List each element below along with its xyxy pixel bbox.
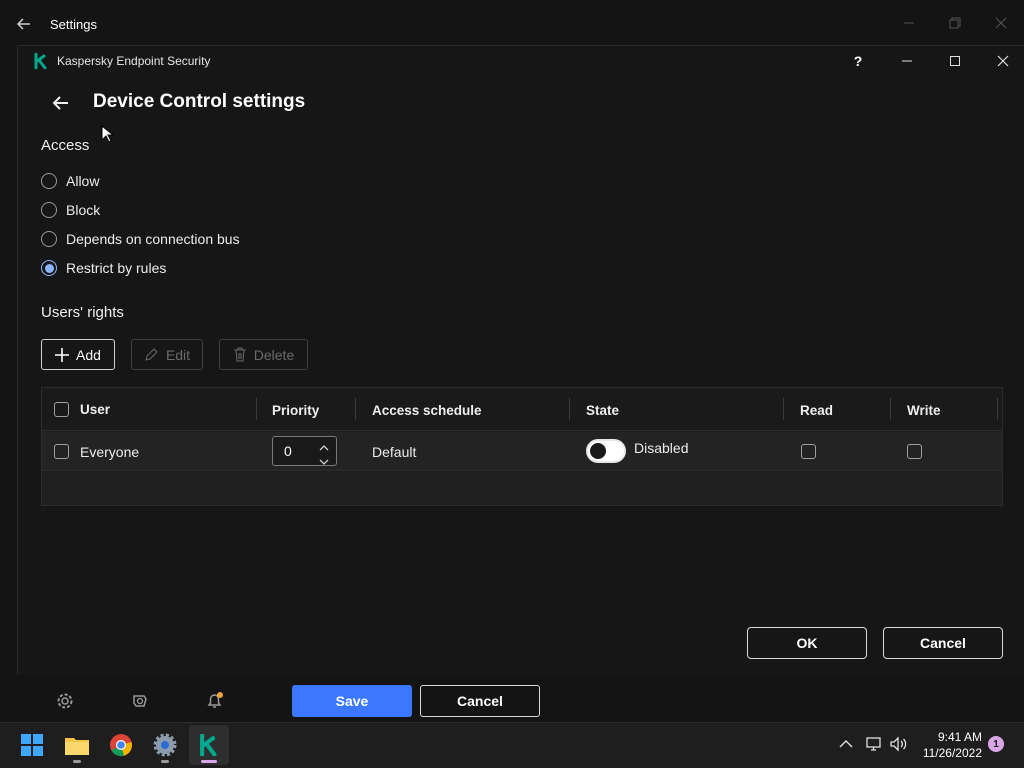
maximize-icon[interactable] — [933, 47, 977, 75]
ok-button[interactable]: OK — [747, 627, 867, 659]
settings-cancel-button[interactable]: Cancel — [420, 685, 540, 717]
edit-label: Edit — [165, 346, 191, 363]
column-separator[interactable] — [783, 398, 784, 420]
users-rights-heading: Users' rights — [41, 304, 124, 321]
column-header-write[interactable]: Write — [907, 403, 941, 418]
column-separator[interactable] — [256, 398, 257, 420]
plus-icon — [55, 347, 70, 362]
chevron-up-tray-icon[interactable] — [838, 736, 854, 757]
save-button[interactable]: Save — [292, 685, 412, 717]
kaspersky-app-icon[interactable] — [193, 729, 225, 761]
back-arrow-icon[interactable] — [50, 92, 72, 114]
radio-button[interactable] — [41, 202, 57, 218]
access-heading: Access — [41, 137, 90, 154]
clock-time[interactable]: 9:41 AM — [910, 730, 982, 744]
radio-label: Depends on connection bus — [66, 231, 240, 247]
delete-button[interactable]: Delete — [219, 339, 308, 370]
read-checkbox[interactable] — [801, 444, 816, 459]
column-separator[interactable] — [997, 398, 998, 420]
radio-button-selected[interactable] — [41, 260, 57, 276]
radio-restrict-by-rules[interactable]: Restrict by rules — [41, 258, 166, 278]
support-icon[interactable] — [131, 692, 149, 715]
delete-label: Delete — [253, 346, 295, 363]
column-header-access-schedule[interactable]: Access schedule — [372, 403, 482, 418]
access-schedule-cell[interactable]: Default — [372, 444, 416, 460]
notifications-bell-icon[interactable] — [205, 691, 225, 716]
chrome-icon[interactable] — [105, 729, 137, 761]
column-separator[interactable] — [355, 398, 356, 420]
radio-label: Allow — [66, 173, 100, 189]
network-icon[interactable] — [865, 735, 883, 758]
outer-window-title: Settings — [50, 17, 97, 32]
toggle-knob — [590, 443, 606, 459]
settings-app-icon[interactable] — [149, 729, 181, 761]
notification-badge[interactable]: 1 — [988, 736, 1004, 752]
table-header — [42, 388, 1002, 431]
running-indicator — [73, 760, 81, 763]
add-label: Add — [76, 346, 101, 363]
close-icon[interactable] — [981, 47, 1024, 75]
radio-block[interactable]: Block — [41, 200, 100, 220]
radio-label: Restrict by rules — [66, 260, 167, 276]
radio-depends-on-bus[interactable]: Depends on connection bus — [41, 229, 240, 249]
edit-button[interactable]: Edit — [131, 339, 203, 370]
minimize-icon[interactable] — [885, 47, 929, 75]
column-header-user[interactable]: User — [80, 402, 110, 417]
column-separator[interactable] — [890, 398, 891, 420]
table-empty-area — [42, 472, 1002, 505]
pencil-icon — [145, 348, 158, 361]
outer-restore-icon[interactable] — [932, 0, 978, 45]
radio-button[interactable] — [41, 173, 57, 189]
clock-date[interactable]: 11/26/2022 — [910, 746, 982, 760]
outer-titlebar — [0, 0, 1024, 45]
select-all-checkbox[interactable] — [54, 402, 69, 417]
priority-value[interactable]: 0 — [284, 443, 292, 459]
gear-icon[interactable] — [56, 692, 74, 715]
page-title: Device Control settings — [93, 91, 306, 112]
running-indicator — [161, 760, 169, 763]
column-header-priority[interactable]: Priority — [272, 403, 319, 418]
chevron-down-icon[interactable] — [319, 453, 329, 471]
mouse-cursor-icon — [101, 124, 115, 148]
active-indicator — [201, 760, 217, 763]
column-header-read[interactable]: Read — [800, 403, 833, 418]
radio-label: Block — [66, 202, 101, 218]
row-checkbox[interactable] — [54, 444, 69, 459]
app-window-title: Kaspersky Endpoint Security — [57, 54, 211, 68]
volume-icon[interactable] — [889, 735, 909, 758]
outer-close-icon[interactable] — [978, 0, 1024, 45]
outer-back-icon[interactable] — [14, 14, 34, 34]
user-cell: Everyone — [80, 444, 140, 460]
help-button[interactable]: ? — [836, 47, 880, 75]
write-checkbox[interactable] — [907, 444, 922, 459]
file-explorer-icon[interactable] — [61, 729, 93, 761]
kaspersky-logo-icon — [34, 52, 48, 70]
radio-button[interactable] — [41, 231, 57, 247]
cancel-button[interactable]: Cancel — [883, 627, 1003, 659]
radio-allow[interactable]: Allow — [41, 171, 99, 191]
state-label: Disabled — [634, 440, 689, 456]
start-icon[interactable] — [16, 729, 48, 761]
outer-minimize-icon[interactable] — [886, 0, 932, 45]
table-row[interactable] — [42, 432, 1002, 471]
add-button[interactable]: Add — [41, 339, 115, 370]
column-separator[interactable] — [569, 398, 570, 420]
trash-icon — [233, 347, 246, 362]
column-header-state[interactable]: State — [586, 403, 619, 418]
